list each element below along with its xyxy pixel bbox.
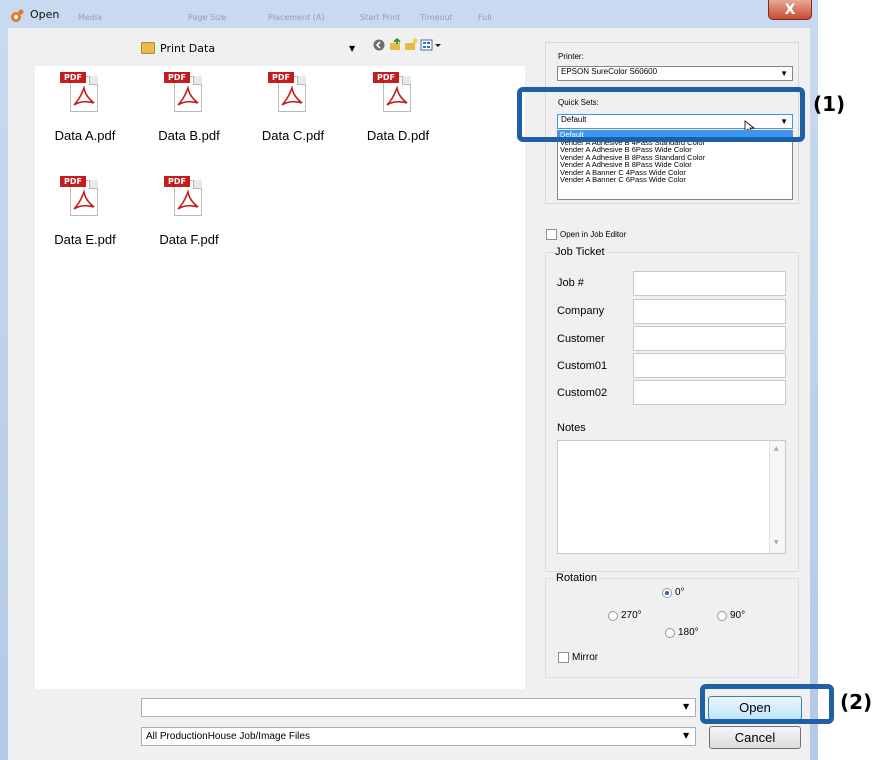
file-item[interactable]: PDF Data F.pdf [146, 172, 232, 256]
callout-label-1: (1) [813, 92, 846, 116]
up-folder-icon[interactable] [388, 38, 402, 52]
company-field[interactable] [633, 299, 786, 324]
pdf-badge: PDF [373, 72, 399, 83]
company-label: Company [557, 305, 605, 317]
callout-box-1 [517, 87, 805, 142]
notes-scrollbar[interactable]: ▲ ▼ [769, 441, 785, 553]
quick-set-option[interactable]: Vender A Adhesive B 8Pass Wide Color [558, 161, 792, 169]
custom02-label: Custom02 [557, 387, 608, 399]
quick-set-option[interactable]: Vender A Adhesive B 6Pass Wide Color [558, 146, 792, 154]
file-item[interactable]: PDF Data C.pdf [250, 68, 336, 152]
ghost-tab: Page Size [188, 13, 227, 22]
ghost-tab: Placement (A) [268, 13, 325, 22]
mirror-label: Mirror [572, 652, 599, 663]
file-name: Data B.pdf [158, 128, 220, 143]
open-in-job-editor-label: Open in Job Editor [560, 230, 627, 239]
new-folder-icon[interactable] [404, 38, 418, 52]
custom01-label: Custom01 [557, 360, 608, 372]
acrobat-logo-icon [177, 190, 199, 210]
rotation-90-label: 90° [730, 610, 746, 621]
rotation-0-label: 0° [675, 587, 685, 598]
file-list-pane[interactable] [35, 66, 525, 689]
title-bar[interactable]: Open Media Page Size Placement (A) Start… [0, 0, 818, 28]
quick-set-option[interactable]: Vender A Banner C 6Pass Wide Color [558, 176, 792, 184]
file-name: Data D.pdf [366, 128, 430, 143]
ghost-tab: Start Print [360, 13, 401, 22]
folder-icon [141, 42, 155, 54]
folder-label: Print Data [160, 42, 216, 55]
rotation-90-radio[interactable] [717, 611, 727, 621]
back-icon[interactable] [372, 38, 386, 52]
scroll-up-icon[interactable]: ▲ [774, 445, 779, 452]
window-title: Open [30, 8, 60, 21]
rotation-title: Rotation [554, 572, 599, 584]
job-number-label: Job # [557, 277, 584, 289]
rotation-270-label: 270° [621, 610, 642, 621]
chevron-down-icon[interactable]: ▼ [683, 702, 689, 711]
pdf-badge: PDF [164, 176, 190, 187]
quick-set-option[interactable]: Vender A Adhesive B 8Pass Standard Color [558, 154, 792, 162]
printer-label: Printer: [558, 52, 584, 61]
ghost-tab: Media [78, 13, 103, 22]
view-menu-icon[interactable] [420, 38, 442, 52]
callout-box-2 [700, 684, 834, 724]
close-button[interactable]: X [768, 0, 812, 20]
app-icon [11, 9, 24, 22]
customer-field[interactable] [633, 326, 786, 351]
rotation-270-radio[interactable] [608, 611, 618, 621]
pdf-badge: PDF [60, 176, 86, 187]
chevron-down-icon: ▼ [780, 69, 788, 78]
open-in-job-editor-checkbox[interactable] [546, 229, 557, 240]
chevron-down-icon[interactable]: ▼ [349, 44, 355, 53]
job-ticket-title: Job Ticket [553, 246, 607, 258]
acrobat-logo-icon [73, 190, 95, 210]
custom01-field[interactable] [633, 353, 786, 378]
file-name: Data C.pdf [261, 128, 325, 143]
file-name: Data F.pdf [159, 232, 219, 247]
callout-label-2: (2) [840, 690, 873, 714]
job-number-field[interactable] [633, 271, 786, 296]
scroll-down-icon[interactable]: ▼ [774, 539, 779, 546]
rotation-180-radio[interactable] [665, 628, 675, 638]
pdf-badge: PDF [164, 72, 190, 83]
pdf-badge: PDF [60, 72, 86, 83]
rotation-180-label: 180° [678, 627, 699, 638]
custom02-field[interactable] [633, 380, 786, 405]
acrobat-logo-icon [281, 86, 303, 106]
file-item[interactable]: PDF Data D.pdf [355, 68, 441, 152]
pdf-badge: PDF [268, 72, 294, 83]
ghost-tab: Full [478, 13, 492, 22]
notes-field[interactable] [557, 440, 786, 554]
file-item[interactable]: PDF Data A.pdf [42, 68, 128, 152]
file-type-combo[interactable]: All ProductionHouse Job/Image Files [141, 727, 696, 746]
file-name-input[interactable] [141, 698, 696, 717]
acrobat-logo-icon [73, 86, 95, 106]
rotation-0-radio[interactable] [662, 588, 672, 598]
quick-set-option[interactable]: Vender A Banner C 4Pass Wide Color [558, 169, 792, 177]
cancel-button[interactable]: Cancel [709, 726, 801, 749]
notes-label: Notes [557, 422, 586, 434]
acrobat-logo-icon [386, 86, 408, 106]
file-item[interactable]: PDF Data B.pdf [146, 68, 232, 152]
printer-combo[interactable]: EPSON SureColor S60600 ▼ [557, 66, 793, 81]
mirror-checkbox[interactable] [558, 652, 569, 663]
acrobat-logo-icon [177, 86, 199, 106]
ghost-tab: Timeout [420, 13, 453, 22]
file-name: Data A.pdf [54, 128, 116, 143]
printer-value: EPSON SureColor S60600 [561, 67, 658, 76]
file-name: Data E.pdf [54, 232, 116, 247]
customer-label: Customer [557, 333, 605, 345]
chevron-down-icon[interactable]: ▼ [683, 731, 689, 740]
file-type-value: All ProductionHouse Job/Image Files [146, 731, 310, 742]
file-item[interactable]: PDF Data E.pdf [42, 172, 128, 256]
